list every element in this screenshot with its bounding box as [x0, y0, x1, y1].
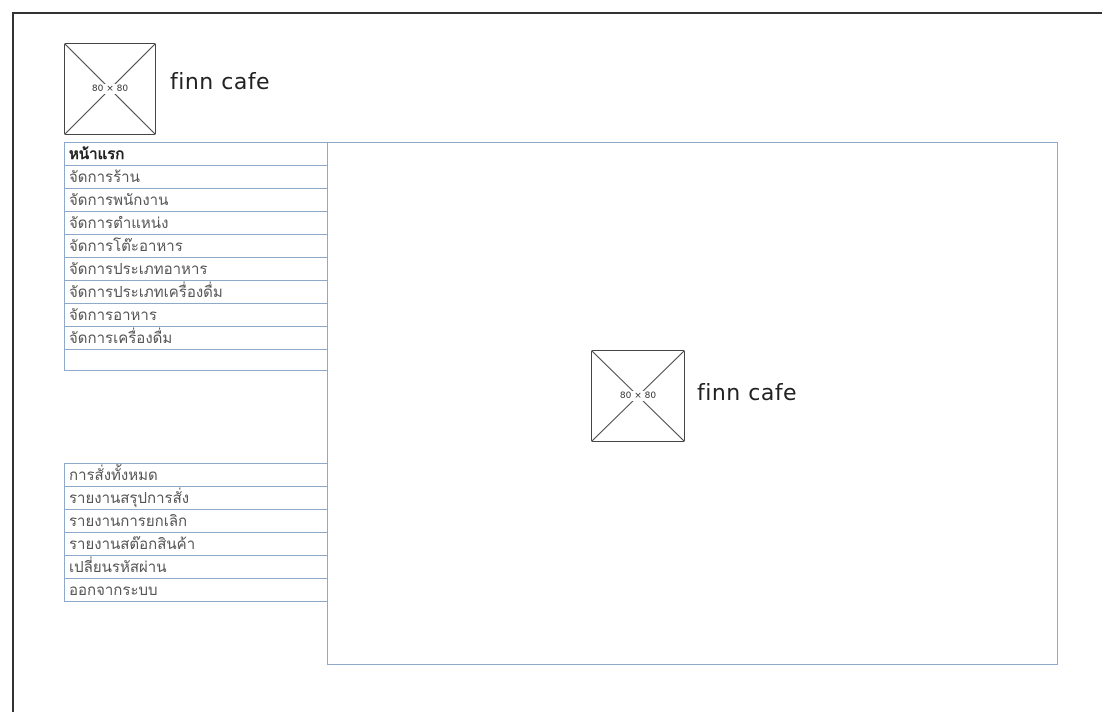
main-logo-label: 80 × 80 — [618, 391, 658, 401]
main-brand-name: finn cafe — [697, 381, 798, 406]
menu-item-manage-staff[interactable]: จัดการพนักงาน — [64, 189, 328, 212]
header-brand-name: finn cafe — [170, 70, 271, 95]
menu-item-all-orders[interactable]: การสั่งทั้งหมด — [64, 463, 328, 487]
menu-item-order-summary-report[interactable]: รายงานสรุปการสั่ง — [64, 487, 328, 510]
menu-item-manage-positions[interactable]: จัดการตำแหน่ง — [64, 212, 328, 235]
menu-item-manage-tables[interactable]: จัดการโต๊ะอาหาร — [64, 235, 328, 258]
sidebar-menu-primary: หน้าแรก จัดการร้าน จัดการพนักงาน จัดการต… — [64, 142, 328, 371]
menu-item-manage-food-types[interactable]: จัดการประเภทอาหาร — [64, 258, 328, 281]
menu-item-logout[interactable]: ออกจากระบบ — [64, 579, 328, 602]
menu-item-home[interactable]: หน้าแรก — [64, 142, 328, 166]
main-content-panel: 80 × 80 finn cafe — [327, 142, 1058, 665]
menu-item-manage-drinks[interactable]: จัดการเครื่องดื่ม — [64, 327, 328, 350]
menu-item-manage-food[interactable]: จัดการอาหาร — [64, 304, 328, 327]
menu-item-cancellation-report[interactable]: รายงานการยกเลิก — [64, 510, 328, 533]
menu-spacer — [64, 350, 328, 371]
menu-item-manage-shop[interactable]: จัดการร้าน — [64, 166, 328, 189]
main-logo-image: 80 × 80 — [591, 350, 685, 442]
menu-item-change-password[interactable]: เปลี่ยนรหัสผ่าน — [64, 556, 328, 579]
header-logo-image: 80 × 80 — [64, 43, 156, 135]
menu-item-manage-drink-types[interactable]: จัดการประเภทเครื่องดื่ม — [64, 281, 328, 304]
sidebar-menu-secondary: การสั่งทั้งหมด รายงานสรุปการสั่ง รายงานก… — [64, 463, 328, 602]
menu-item-stock-report[interactable]: รายงานสต๊อกสินค้า — [64, 533, 328, 556]
header-logo-label: 80 × 80 — [90, 84, 130, 94]
